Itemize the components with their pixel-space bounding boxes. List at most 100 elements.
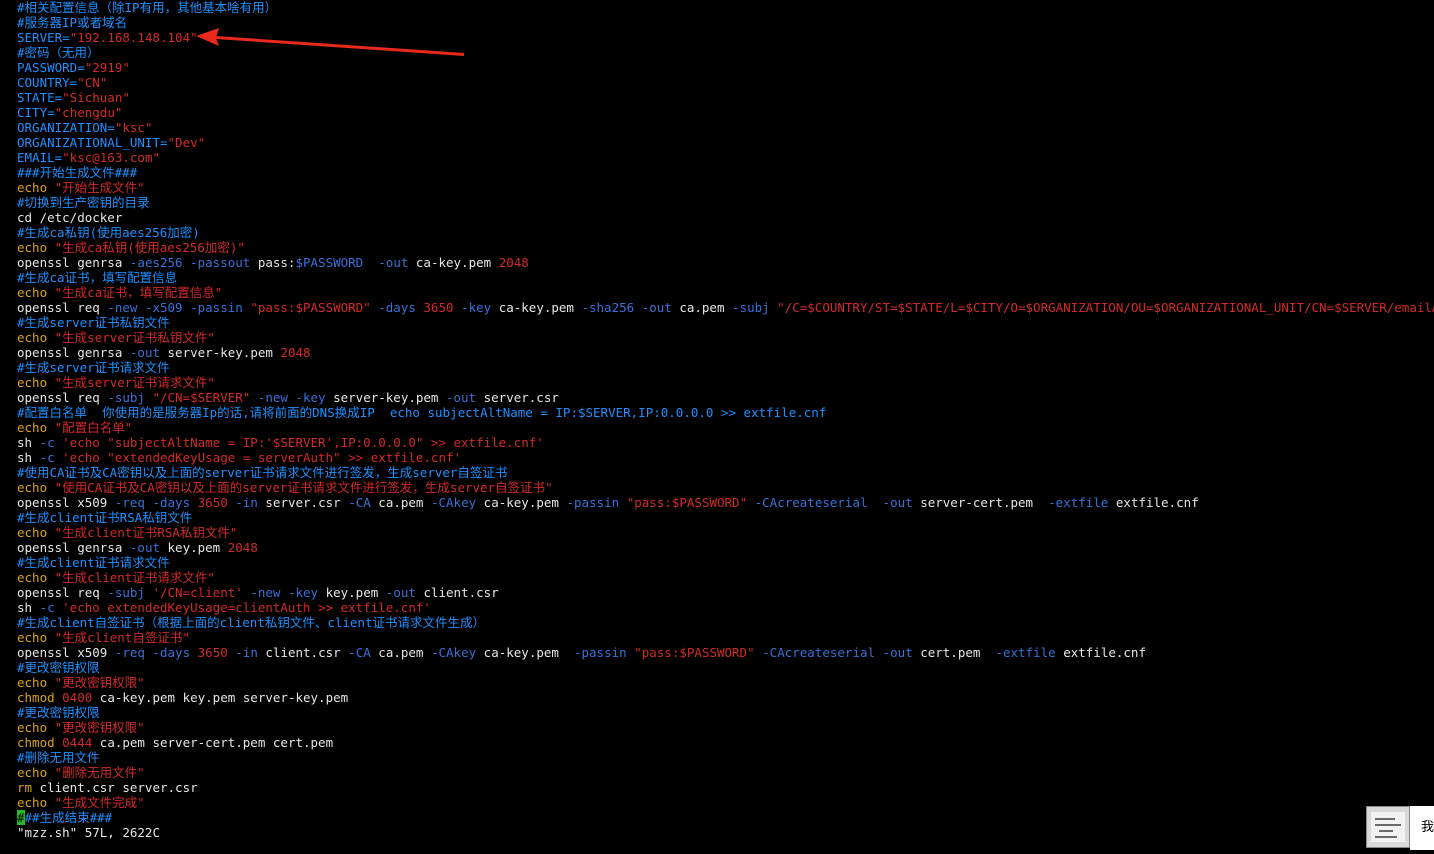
code-token: -key (461, 300, 499, 315)
code-token: openssl req (17, 300, 108, 315)
code-line: chmod 0400 ca-key.pem key.pem server-key… (17, 690, 1434, 705)
code-token: ca-key.pem (415, 255, 499, 270)
code-token: #更改密钥权限 (17, 705, 100, 720)
code-token: #密码（无用） (17, 45, 100, 60)
code-line: echo "配置白名单" (17, 420, 1434, 435)
code-line: openssl x509 -req -days 3650 -in server.… (17, 495, 1434, 510)
code-token: "Sichuan" (62, 90, 130, 105)
code-line: SERVER="192.168.148.104" (17, 30, 1434, 45)
vim-editor[interactable]: #相关配置信息（除IP有用，其他基本啥有用） #服务器IP或者域名 SERVER="… (0, 0, 1434, 854)
code-token: -out (129, 345, 168, 360)
code-line: COUNTRY="CN" (17, 75, 1434, 90)
code-token: ##生成结束### (24, 810, 113, 825)
code-line: openssl genrsa -out server-key.pem 2048 (17, 345, 1434, 360)
code-token: cert.pem (920, 645, 996, 660)
code-token: -subj (732, 300, 778, 315)
code-token: ca-key.pem (483, 495, 567, 510)
code-token: cd /etc/docker (17, 210, 123, 225)
code-token: client.csr server.csr (39, 780, 198, 795)
code-token: "开始生成文件" (54, 180, 145, 195)
code-token: sh (17, 435, 40, 450)
code-line: echo "更改密钥权限" (17, 720, 1434, 735)
code-line: echo "生成文件完成" (17, 795, 1434, 810)
code-token: #生成server证书私钥文件 (17, 315, 170, 330)
code-token: "生成client证书请求文件" (54, 570, 215, 585)
code-line: openssl x509 -req -days 3650 -in client.… (17, 645, 1434, 660)
code-token: client.csr (265, 645, 349, 660)
code-token: openssl genrsa (17, 540, 130, 555)
code-line: "mzz.sh" 57L, 2622C (17, 825, 1434, 840)
code-token: -CA (348, 645, 379, 660)
code-token: openssl req (17, 585, 108, 600)
code-token: "生成client自签证书" (54, 630, 190, 645)
code-token: "更改密钥权限" (54, 675, 145, 690)
code-line: ###开始生成文件### (17, 165, 1434, 180)
code-token: key.pem (167, 540, 228, 555)
code-token: -CAkey (430, 495, 484, 510)
code-token: "生成文件完成" (54, 795, 145, 810)
code-token: extfile.cnf (1063, 645, 1146, 660)
code-token: 0444 (62, 735, 100, 750)
code-token: #生成client自签证书（根据上面的client私钥文件、client证书请求… (17, 615, 485, 630)
code-token: server-key.pem (167, 345, 281, 360)
text-cursor: # (17, 810, 25, 825)
code-token: SERVER= (17, 30, 70, 45)
code-token: #生成client证书RSA私钥文件 (17, 510, 193, 525)
code-token: PASSWORD= (17, 60, 85, 75)
code-token: ORGANIZATIONAL_UNIT= (17, 135, 168, 150)
screenshot-thumbnail-icon[interactable] (1366, 806, 1410, 848)
code-token: #更改密钥权限 (17, 660, 100, 675)
side-panel[interactable]: 我 (1410, 806, 1434, 850)
code-token: #删除无用文件 (17, 750, 100, 765)
code-line: #生成server证书私钥文件 (17, 315, 1434, 330)
code-token: -out (445, 390, 484, 405)
code-token: openssl x509 (17, 495, 115, 510)
code-token: echo (17, 630, 55, 645)
code-line: #密码（无用） (17, 45, 1434, 60)
code-line: echo "生成client自签证书" (17, 630, 1434, 645)
code-line: echo "使用CA证书及CA密钥以及上面的server证书请求文件进行签发，生… (17, 480, 1434, 495)
code-token: echo (17, 285, 55, 300)
code-token: -new -key (257, 390, 334, 405)
code-line: openssl genrsa -aes256 -passout pass:$PA… (17, 255, 1434, 270)
code-token: "生成server证书私钥文件" (54, 330, 215, 345)
code-token: sh (17, 600, 40, 615)
code-token: 3650 (197, 495, 236, 510)
code-token: -days (378, 300, 424, 315)
code-line: echo "更改密钥权限" (17, 675, 1434, 690)
code-token: "Dev" (167, 135, 206, 150)
code-line: ###生成结束### (17, 810, 1434, 825)
code-token: -CA (348, 495, 379, 510)
code-line: #更改密钥权限 (17, 705, 1434, 720)
code-token: 'echo "extendedKeyUsage = serverAuth" >>… (62, 450, 462, 465)
code-token: -c (39, 450, 63, 465)
code-token: 3650 (423, 300, 462, 315)
code-token: "使用CA证书及CA密钥以及上面的server证书请求文件进行签发，生成serv… (54, 480, 553, 495)
code-token: "生成ca私钥(使用aes256加密)" (54, 240, 245, 255)
code-token: openssl req (17, 390, 108, 405)
code-token: echo (17, 330, 55, 345)
code-token: echo (17, 375, 55, 390)
code-token: echo (17, 480, 55, 495)
code-token: EMAIL= (17, 150, 63, 165)
code-token: -CAkey (430, 645, 484, 660)
code-line: ORGANIZATIONAL_UNIT="Dev" (17, 135, 1434, 150)
code-token: "CN" (77, 75, 108, 90)
code-token: "配置白名单" (54, 420, 133, 435)
code-line: openssl genrsa -out key.pem 2048 (17, 540, 1434, 555)
code-line: CITY="chengdu" (17, 105, 1434, 120)
code-token: CITY= (17, 105, 55, 120)
code-token: extfile.cnf (1115, 495, 1199, 510)
code-token: -out (378, 255, 416, 270)
code-line: STATE="Sichuan" (17, 90, 1434, 105)
code-token: "pass:$PASSWORD" (634, 645, 763, 660)
code-token: "mzz.sh" 57L, 2622C (17, 825, 160, 840)
code-token: key.pem (325, 585, 386, 600)
code-token: -req -days (114, 495, 198, 510)
code-token: echo (17, 795, 55, 810)
code-line: echo "生成client证书请求文件" (17, 570, 1434, 585)
code-token: ca-key.pem key.pem server-key.pem (99, 690, 349, 705)
code-token: echo (17, 765, 55, 780)
code-token: ###开始生成文件### (17, 165, 138, 180)
code-token: #生成ca私钥(使用aes256加密) (17, 225, 200, 240)
